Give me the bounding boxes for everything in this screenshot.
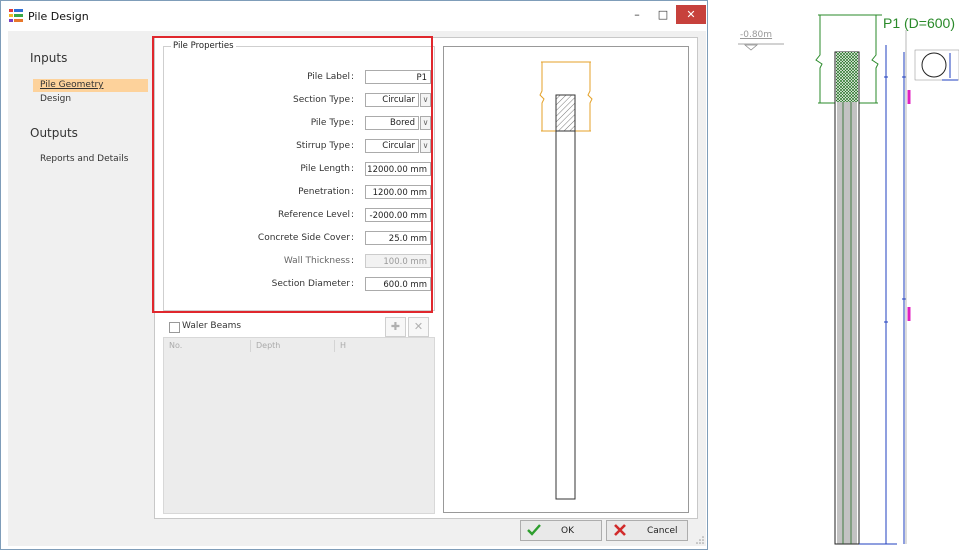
dimension-lines bbox=[859, 45, 906, 545]
close-icon bbox=[614, 524, 626, 536]
pile-head-hatch bbox=[555, 94, 576, 132]
navigation-panel: Inputs Pile Geometry Design Outputs Repo… bbox=[8, 31, 148, 546]
nav-heading-inputs: Inputs bbox=[30, 51, 68, 65]
pile-elevation-drawing bbox=[738, 14, 959, 545]
check-icon bbox=[527, 524, 541, 536]
nav-item-pile-geometry[interactable]: Pile Geometry bbox=[33, 79, 148, 92]
section-circle-detail bbox=[914, 49, 959, 81]
nav-item-reports[interactable]: Reports and Details bbox=[40, 154, 128, 164]
app-icon bbox=[9, 9, 23, 22]
maximize-button[interactable]: □ bbox=[652, 5, 674, 24]
add-waler-button[interactable]: ✚ bbox=[385, 317, 406, 337]
nav-heading-outputs: Outputs bbox=[30, 126, 78, 140]
waler-beams-grid[interactable]: No. Depth H bbox=[163, 337, 435, 514]
title-bar[interactable]: Pile Design – □ ✕ bbox=[1, 1, 707, 31]
level-triangle-icon bbox=[744, 44, 758, 51]
highlight-box bbox=[152, 36, 433, 313]
column-header-depth: Depth bbox=[256, 341, 281, 350]
minimize-button[interactable]: – bbox=[626, 5, 648, 24]
ok-label: OK bbox=[561, 526, 574, 536]
resize-grip-icon[interactable] bbox=[696, 536, 704, 544]
column-header-no: No. bbox=[169, 341, 183, 350]
pile-head-hatch bbox=[836, 52, 858, 102]
cancel-label: Cancel bbox=[647, 526, 678, 536]
pile-section-drawing bbox=[539, 61, 593, 500]
close-button[interactable]: ✕ bbox=[676, 5, 706, 24]
column-divider bbox=[250, 340, 251, 352]
ok-button[interactable]: OK bbox=[520, 520, 602, 541]
remove-waler-button[interactable]: ✕ bbox=[408, 317, 429, 337]
pile-shaft bbox=[555, 130, 576, 500]
column-header-h: H bbox=[340, 341, 347, 350]
pile-title: P1 (D=600) bbox=[883, 15, 955, 31]
pile-preview bbox=[443, 46, 689, 513]
column-divider bbox=[334, 340, 335, 352]
cancel-button[interactable]: Cancel bbox=[606, 520, 688, 541]
waler-beams-checkbox[interactable] bbox=[169, 322, 180, 333]
window-title: Pile Design bbox=[28, 10, 89, 23]
nav-item-design[interactable]: Design bbox=[40, 94, 71, 104]
waler-beams-label: Waler Beams bbox=[182, 321, 242, 331]
pile-body bbox=[834, 51, 860, 545]
